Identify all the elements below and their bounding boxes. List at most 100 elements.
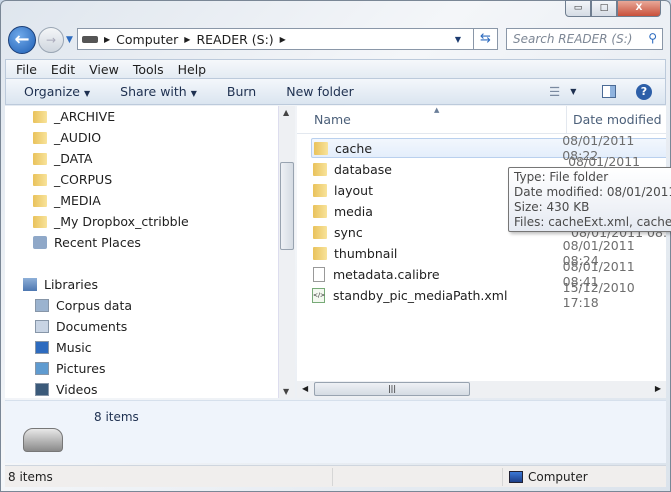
folder-tooltip: Type: File folder Date modified: 08/01/2…	[508, 167, 671, 232]
breadcrumb-computer[interactable]: Computer	[116, 32, 178, 47]
scroll-thumb[interactable]: |||	[314, 382, 470, 396]
new-folder-button[interactable]: New folder	[286, 84, 354, 99]
view-options-button[interactable]: ☰ ▼	[549, 84, 576, 99]
details-item-count: 8 items	[94, 410, 139, 424]
command-bar: Organize ▼ Share with ▼ Burn New folder ☰ ▼…	[5, 79, 666, 105]
nav-item[interactable]: _MEDIA	[5, 190, 278, 211]
folder-icon	[313, 162, 327, 176]
nav-item[interactable]: _CORPUS	[5, 169, 278, 190]
file-name: sync	[334, 224, 363, 240]
column-name[interactable]: Name	[297, 106, 567, 133]
folder-icon	[33, 152, 47, 165]
tooltip-size: Size: 430 KB	[514, 200, 590, 214]
menu-edit[interactable]: Edit	[51, 62, 75, 77]
tooltip-type: Type: File folder	[514, 170, 609, 184]
share-with-button[interactable]: Share with ▼	[120, 84, 197, 99]
removable-drive-icon	[23, 428, 63, 452]
minimize-button[interactable]: ▭	[565, 0, 591, 17]
tooltip-files: Files: cacheExt.xml, cacheExtS...	[514, 215, 671, 229]
scroll-right-arrow[interactable]: ▶	[655, 384, 661, 393]
nav-item[interactable]: _DATA	[5, 148, 278, 169]
scroll-left-arrow[interactable]: ◀	[302, 384, 308, 393]
scroll-up-arrow[interactable]: ▲	[283, 108, 289, 117]
nav-item[interactable]: _ARCHIVE	[5, 106, 278, 127]
menu-file[interactable]: File	[16, 62, 37, 77]
scroll-down-arrow[interactable]: ▼	[283, 387, 289, 396]
recent-places-icon	[33, 236, 47, 249]
music-icon	[35, 341, 49, 354]
search-input[interactable]: Search READER (S:) ⚲	[506, 28, 663, 50]
nav-item[interactable]: Corpus data	[5, 295, 278, 316]
refresh-icon: ⇆	[480, 31, 491, 46]
folder-icon	[313, 183, 327, 197]
videos-icon	[35, 383, 49, 396]
nav-item-libraries[interactable]: Libraries	[5, 274, 278, 295]
drive-icon	[82, 35, 98, 43]
file-list-horizontal-scrollbar[interactable]: ◀ ||| ▶	[297, 381, 666, 398]
nav-item[interactable]: Music	[5, 337, 278, 358]
nav-item[interactable]: Videos	[5, 379, 278, 398]
file-name: thumbnail	[334, 245, 398, 261]
breadcrumb-reader[interactable]: READER (S:)	[196, 32, 273, 47]
file-name: layout	[334, 182, 374, 198]
recent-pages-dropdown[interactable]: ▼	[66, 35, 73, 45]
file-list: ▲ Name Date modified cache 08/01/2011 08:…	[297, 106, 666, 381]
column-date-modified[interactable]: Date modified	[567, 106, 662, 133]
nav-item[interactable]: Documents	[5, 316, 278, 337]
help-icon[interactable]: ?	[636, 83, 652, 100]
computer-icon	[509, 470, 523, 483]
details-view-icon: ☰	[549, 84, 561, 99]
close-button[interactable]: X	[617, 0, 661, 17]
organize-button[interactable]: Organize ▼	[24, 84, 90, 99]
file-row[interactable]: </> standby_pic_mediaPath.xml 15/12/2010 1…	[311, 280, 666, 310]
maximize-button[interactable]: □	[591, 0, 617, 17]
library-icon	[35, 299, 49, 312]
details-pane: 8 items	[5, 400, 666, 463]
tooltip-date: Date modified: 08/01/2011 08:22	[514, 185, 671, 199]
breadcrumb-separator[interactable]: ▶	[104, 35, 110, 44]
folder-icon	[314, 141, 328, 155]
libraries-icon	[23, 278, 37, 291]
breadcrumb-separator[interactable]: ▶	[280, 35, 286, 44]
search-icon[interactable]: ⚲	[648, 31, 657, 45]
documents-icon	[35, 320, 49, 333]
folder-icon	[33, 110, 47, 123]
forward-button[interactable]: →	[38, 27, 64, 53]
refresh-button[interactable]: ⇆	[474, 28, 498, 50]
scroll-thumb[interactable]	[280, 162, 294, 250]
file-date: 15/12/2010 17:18	[562, 280, 635, 310]
nav-item[interactable]: Recent Places	[5, 232, 278, 253]
nav-buttons: ← → ▼	[8, 26, 73, 54]
status-bar: 8 items Computer	[5, 465, 666, 487]
menu-tools[interactable]: Tools	[133, 62, 164, 77]
file-name: standby_pic_mediaPath.xml	[333, 287, 508, 303]
nav-item[interactable]: _AUDIO	[5, 127, 278, 148]
address-bar[interactable]: ▶ Computer ▶ READER (S:) ▶ ▼	[77, 28, 474, 50]
sort-ascending-icon: ▲	[434, 106, 440, 114]
menu-view[interactable]: View	[89, 62, 119, 77]
xml-file-icon: </>	[312, 287, 325, 303]
nav-vertical-scrollbar[interactable]: ▲ ▼	[278, 106, 295, 398]
folder-icon	[313, 204, 327, 218]
menu-bar: File Edit View Tools Help	[5, 59, 666, 79]
pictures-icon	[35, 362, 49, 375]
file-name: metadata.calibre	[333, 266, 440, 282]
file-name: cache	[335, 140, 373, 156]
burn-button[interactable]: Burn	[227, 84, 256, 99]
address-dropdown[interactable]: ▼	[455, 35, 461, 44]
preview-pane-icon[interactable]	[602, 85, 616, 98]
window-controls: ▭ □ X	[565, 0, 661, 17]
folder-icon	[33, 215, 47, 228]
folder-icon	[313, 246, 327, 260]
breadcrumb-separator[interactable]: ▶	[184, 35, 190, 44]
menu-help[interactable]: Help	[178, 62, 207, 77]
nav-item[interactable]: Pictures	[5, 358, 278, 379]
status-item-count: 8 items	[8, 469, 53, 484]
navigation-pane: _ARCHIVE _AUDIO _DATA _CORPUS _MEDIA _My Drop…	[5, 106, 278, 398]
folder-icon	[33, 194, 47, 207]
nav-item[interactable]: _My Dropbox_ctribble	[5, 211, 278, 232]
file-name: database	[334, 161, 392, 177]
back-button[interactable]: ←	[8, 26, 36, 54]
file-name: media	[334, 203, 373, 219]
folder-icon	[33, 173, 47, 186]
